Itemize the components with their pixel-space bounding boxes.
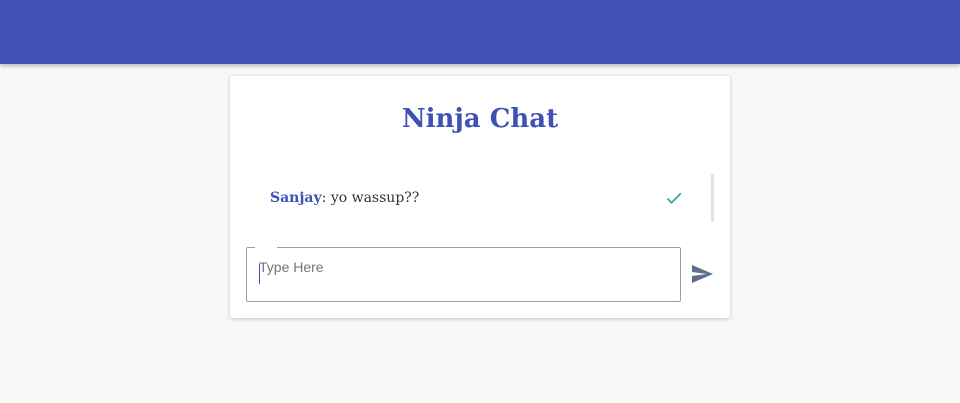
input-placeholder: Type Here (259, 259, 324, 275)
message-list[interactable]: Sanjay: yo wassup?? (246, 174, 714, 222)
check-icon (666, 192, 682, 204)
top-app-bar (0, 0, 960, 64)
message-separator: : (321, 190, 331, 206)
list-item: Sanjay: yo wassup?? (270, 190, 419, 206)
text-caret (259, 264, 260, 284)
message-input[interactable]: Type Here (246, 246, 681, 302)
send-icon[interactable] (689, 262, 715, 286)
message-list-scrollbar[interactable] (711, 174, 714, 222)
page-title: Ninja Chat (401, 104, 559, 134)
input-outline-notch (255, 246, 277, 250)
message-text: yo wassup?? (330, 190, 420, 206)
chat-card: Ninja Chat Sanjay: yo wassup?? Type Here (230, 76, 730, 318)
message-sender: Sanjay (270, 190, 322, 206)
